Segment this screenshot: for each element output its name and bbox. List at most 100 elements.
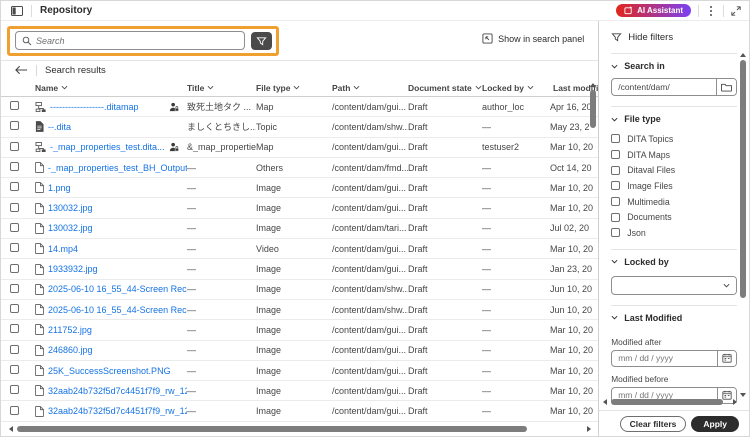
row-checkbox[interactable] <box>10 283 19 293</box>
table-row[interactable]: 130032.jpg — Image /content/dam/gui... D… <box>1 198 599 219</box>
file-name-link[interactable]: 14.mp4 <box>48 244 78 254</box>
table-row[interactable]: 25K_SuccessScreenshot.PNG — Image /conte… <box>1 361 599 382</box>
row-checkbox[interactable] <box>10 162 19 172</box>
file-name-link[interactable]: 32aab24b732f5d7c4451f7f9_rw_1200.gif <box>48 386 187 396</box>
scroll-down-arrow[interactable] <box>740 393 746 397</box>
row-checkbox[interactable] <box>10 263 19 273</box>
table-row[interactable]: 14.mp4 — Video /content/dam/gui... Draft… <box>1 239 599 260</box>
locked-by-dropdown[interactable] <box>611 275 737 295</box>
file-type-option[interactable]: DITA Maps <box>611 147 737 163</box>
row-checkbox[interactable] <box>10 405 19 415</box>
file-type-checkbox[interactable] <box>611 165 621 175</box>
file-name-link[interactable]: 25K_SuccessScreenshot.PNG <box>48 366 171 376</box>
file-type-option[interactable]: Documents <box>611 209 737 225</box>
table-row[interactable]: 32aab24b732f5d7c4451f7f9_rw_1200.gif — I… <box>1 401 599 422</box>
table-row[interactable]: 2025-06-10 16_55_44-Screen Recording... … <box>1 300 599 321</box>
expand-icon[interactable] <box>731 5 741 16</box>
row-checkbox[interactable] <box>10 202 19 212</box>
row-checkbox[interactable] <box>10 385 19 395</box>
file-type-option[interactable]: Image Files <box>611 178 737 194</box>
table-row[interactable]: 1.png — Image /content/dam/gui... Draft … <box>1 178 599 199</box>
section-file-type[interactable]: File type <box>611 107 737 131</box>
hide-filters-button[interactable]: Hide filters <box>611 21 737 53</box>
table-row[interactable]: --.dita ましくとちきし... Topic /content/dam/sh… <box>1 117 599 138</box>
file-type-checkbox[interactable] <box>611 212 621 222</box>
scroll-left-arrow[interactable] <box>603 398 608 405</box>
file-name-link[interactable]: -_map_properties_test_BH_Output.zip <box>48 163 187 173</box>
row-checkbox[interactable] <box>10 243 19 253</box>
row-checkbox[interactable] <box>10 141 19 151</box>
scroll-right-arrow[interactable] <box>587 425 591 432</box>
scroll-thumb[interactable] <box>611 398 724 405</box>
file-type-checkbox[interactable] <box>611 228 621 238</box>
column-header-document-state[interactable]: Document state <box>408 83 482 93</box>
scroll-thumb[interactable] <box>590 90 597 128</box>
file-type-checkbox[interactable] <box>611 197 621 207</box>
search-input[interactable] <box>36 35 238 46</box>
dropdown-chevron-button[interactable] <box>716 276 736 294</box>
column-header-title[interactable]: Title <box>187 83 256 93</box>
sidebar-vertical-scrollbar[interactable] <box>740 53 746 397</box>
scroll-up-arrow[interactable] <box>740 53 746 57</box>
table-row[interactable]: 246860.jpg — Image /content/dam/gui... D… <box>1 341 599 361</box>
back-arrow-icon[interactable] <box>15 65 28 75</box>
section-last-modified[interactable]: Last Modified <box>611 306 737 330</box>
file-name-link[interactable]: ------------------.ditamap <box>50 102 138 112</box>
table-vertical-scrollbar[interactable] <box>590 83 597 128</box>
table-horizontal-scrollbar[interactable] <box>9 425 591 432</box>
column-header-filetype[interactable]: File type <box>256 83 332 93</box>
row-checkbox[interactable] <box>10 324 19 334</box>
table-row[interactable]: 2025-06-10 16_55_44-Screen Recording... … <box>1 280 599 300</box>
column-header-locked-by[interactable]: Locked by <box>482 83 550 93</box>
scroll-thumb[interactable] <box>17 425 527 432</box>
show-in-search-panel-button[interactable]: Show in search panel <box>482 33 584 44</box>
file-type-option[interactable]: Json <box>611 225 737 241</box>
file-type-option[interactable]: Ditaval Files <box>611 162 737 178</box>
row-checkbox[interactable] <box>10 304 19 314</box>
folder-picker-button[interactable] <box>716 79 736 95</box>
file-type-checkbox[interactable] <box>611 181 621 191</box>
table-row[interactable]: 211752.jpg — Image /content/dam/gui... D… <box>1 320 599 341</box>
file-type-option[interactable]: DITA Topics <box>611 131 737 147</box>
file-name-link[interactable]: 130032.jpg <box>48 223 93 233</box>
section-search-in[interactable]: Search in <box>611 54 737 78</box>
file-name-link[interactable]: 246860.jpg <box>48 345 93 355</box>
file-type-checkbox[interactable] <box>611 134 621 144</box>
scroll-thumb[interactable] <box>740 60 746 298</box>
file-name-link[interactable]: 211752.jpg <box>48 325 92 335</box>
row-checkbox[interactable] <box>10 121 19 131</box>
file-name-link[interactable]: --.dita <box>48 122 71 132</box>
file-name-link[interactable]: 32aab24b732f5d7c4451f7f9_rw_1200.gif <box>48 406 187 416</box>
more-options-icon[interactable] <box>706 4 716 18</box>
row-checkbox[interactable] <box>10 365 19 374</box>
scroll-left-arrow[interactable] <box>9 425 13 432</box>
section-locked-by[interactable]: Locked by <box>611 250 737 274</box>
table-row[interactable]: 32aab24b732f5d7c4451f7f9_rw_1200.gif — I… <box>1 381 599 402</box>
apply-button[interactable]: Apply <box>691 416 739 432</box>
calendar-button[interactable] <box>717 350 736 366</box>
scroll-right-arrow[interactable] <box>733 398 738 405</box>
file-name-link[interactable]: 1933932.jpg <box>48 264 98 274</box>
panel-toggle-icon[interactable] <box>11 5 23 16</box>
file-name-link[interactable]: -_map_properties_test.dita... <box>50 142 165 152</box>
file-name-link[interactable]: 1.png <box>48 183 71 193</box>
modified-after-input[interactable] <box>612 353 717 364</box>
sidebar-horizontal-scrollbar[interactable] <box>603 398 738 405</box>
column-header-name[interactable]: Name <box>27 83 187 93</box>
table-row[interactable]: -_map_properties_test_BH_Output.zip — Ot… <box>1 158 599 179</box>
row-checkbox[interactable] <box>10 101 19 111</box>
clear-filters-button[interactable]: Clear filters <box>619 416 687 432</box>
row-checkbox[interactable] <box>10 222 19 232</box>
table-row[interactable]: 130032.jpg — Image /content/dam/tari... … <box>1 219 599 240</box>
search-in-value[interactable]: /content/dam/ <box>612 82 716 92</box>
row-checkbox[interactable] <box>10 182 19 192</box>
file-name-link[interactable]: 2025-06-10 16_55_44-Screen Recording... <box>48 305 187 315</box>
file-name-link[interactable]: 130032.jpg <box>48 203 93 213</box>
file-type-option[interactable]: Multimedia <box>611 194 737 210</box>
table-row[interactable]: 1933932.jpg — Image /content/dam/gui... … <box>1 259 599 280</box>
filter-button[interactable] <box>251 32 272 50</box>
scroll-up-arrow[interactable] <box>590 83 597 87</box>
table-row[interactable]: -_map_properties_test.dita... &_map_prop… <box>1 138 599 158</box>
file-type-checkbox[interactable] <box>611 150 621 160</box>
row-checkbox[interactable] <box>10 344 19 354</box>
